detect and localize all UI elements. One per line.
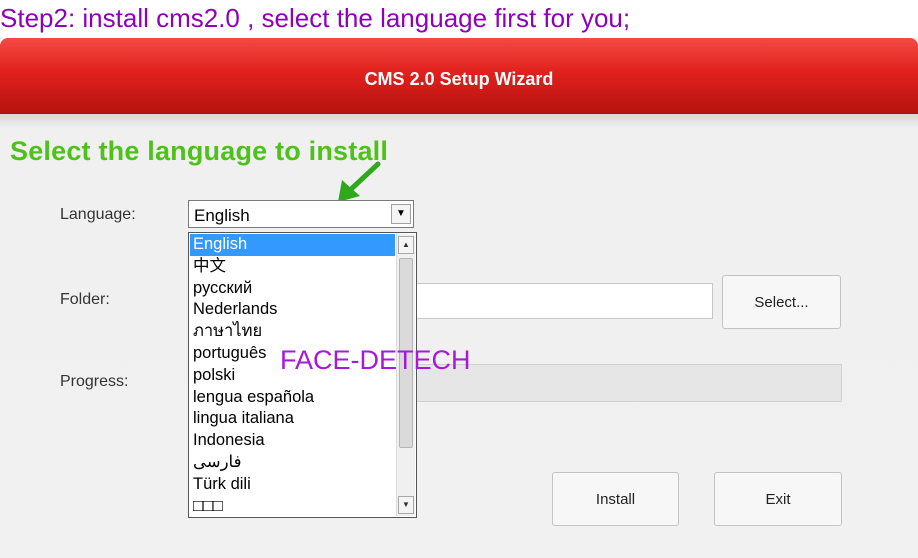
dropdown-option[interactable]: ภาษาไทย <box>190 321 395 343</box>
dropdown-option[interactable]: □□□ <box>190 496 395 517</box>
scroll-up-icon[interactable]: ▲ <box>398 236 414 254</box>
chevron-down-icon[interactable]: ▼ <box>391 204 411 224</box>
dropdown-option[interactable]: русский <box>190 278 395 300</box>
step-caption: Step2: install cms2.0 , select the langu… <box>0 3 631 33</box>
green-arrow-icon <box>338 161 381 202</box>
window-title: CMS 2.0 Setup Wizard <box>364 69 554 89</box>
dropdown-option[interactable]: Türk dili <box>190 474 395 496</box>
install-button[interactable]: Install <box>552 472 679 526</box>
dropdown-option[interactable]: lingua italiana <box>190 408 395 430</box>
dropdown-option[interactable]: Indonesia <box>190 430 395 452</box>
scroll-down-icon[interactable]: ▼ <box>398 496 414 514</box>
title-bar: CMS 2.0 Setup Wizard <box>0 38 918 114</box>
language-select[interactable]: English ▼ <box>188 200 414 228</box>
language-select-value: English <box>194 206 250 225</box>
dropdown-option[interactable]: فارسی <box>190 452 395 474</box>
folder-label: Folder: <box>60 291 110 308</box>
exit-button[interactable]: Exit <box>714 472 842 526</box>
progress-bar <box>410 364 842 402</box>
page-heading: Select the language to install <box>10 136 389 166</box>
dropdown-option[interactable]: Nederlands <box>190 299 395 321</box>
select-folder-button[interactable]: Select... <box>722 275 841 329</box>
dropdown-option[interactable]: 中文 <box>190 256 395 278</box>
dropdown-option[interactable]: lengua española <box>190 387 395 409</box>
watermark: FACE-DETECH <box>280 345 471 375</box>
folder-input[interactable] <box>410 283 713 319</box>
dropdown-option[interactable]: English <box>190 234 395 256</box>
language-label: Language: <box>60 206 136 223</box>
progress-label: Progress: <box>60 373 129 390</box>
